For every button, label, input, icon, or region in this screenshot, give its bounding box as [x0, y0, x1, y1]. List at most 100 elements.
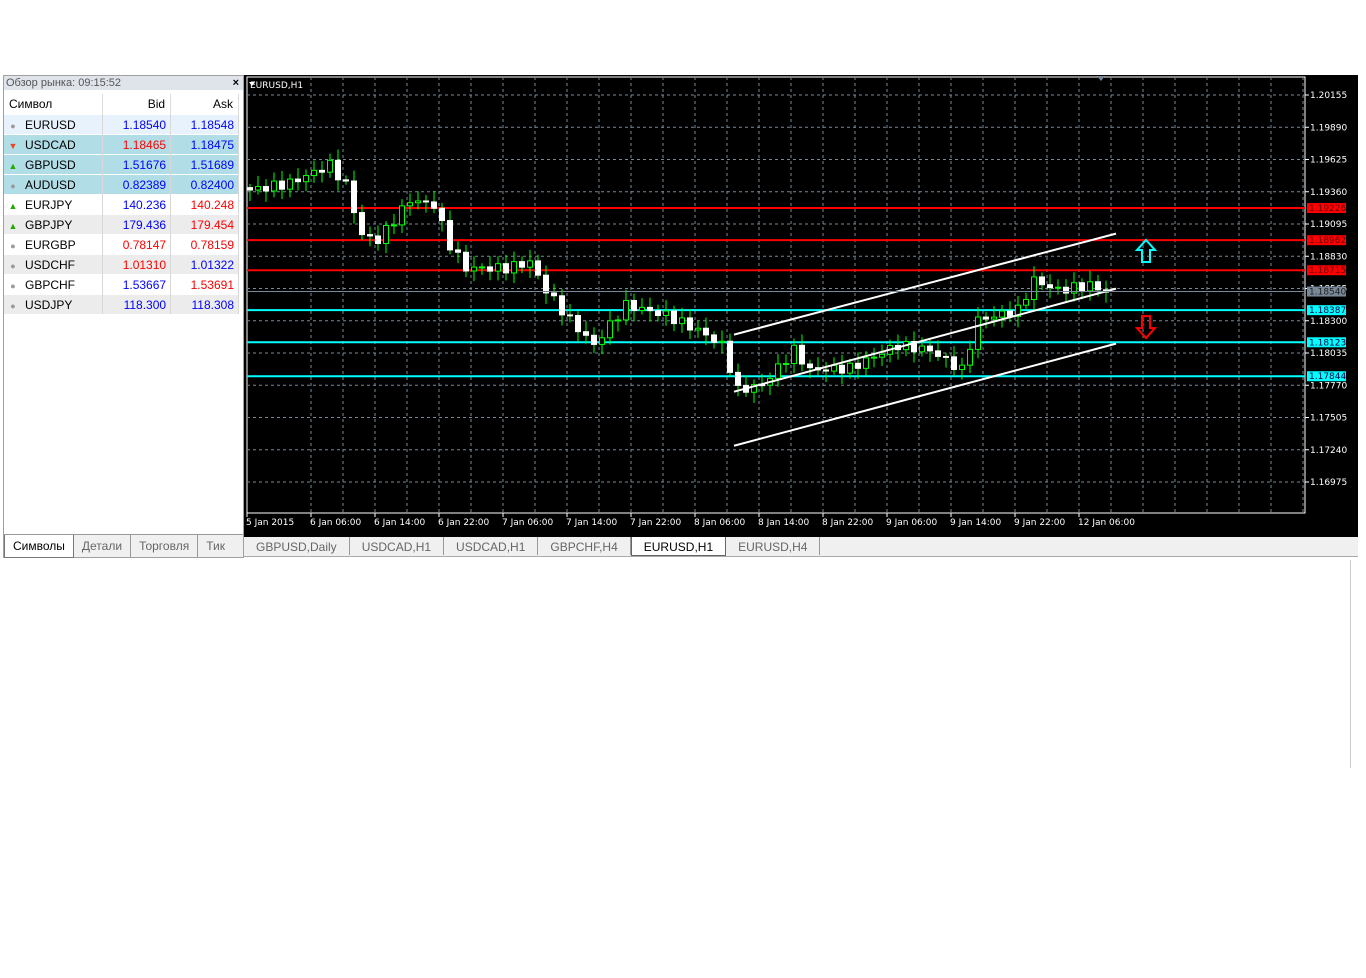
- price-label: 1.18123: [1309, 338, 1346, 348]
- chart-tab[interactable]: EURUSD,H4: [726, 537, 821, 555]
- candle-body: [455, 249, 461, 253]
- close-icon[interactable]: ×: [233, 76, 239, 90]
- candle-body: [263, 186, 269, 192]
- symbol-name: AUDUSD: [25, 177, 76, 192]
- candle-body: [855, 362, 861, 369]
- column-bid[interactable]: Bid: [102, 94, 172, 115]
- candle-body: [319, 169, 325, 173]
- candle-body: [295, 178, 301, 183]
- candle-body: [871, 356, 877, 359]
- ask-cell: 140.248: [170, 194, 239, 215]
- trend-line: [733, 232, 1117, 336]
- tab-details[interactable]: Детали: [74, 535, 132, 557]
- table-row[interactable]: ● USDCHF 1.01310 1.01322: [4, 254, 239, 275]
- candle-body: [399, 205, 405, 226]
- candle-body: [687, 317, 693, 331]
- price-label: 1.19226: [1309, 204, 1346, 214]
- price-label: 1.17844: [1309, 372, 1346, 382]
- chart-tab[interactable]: GBPUSD,Daily: [244, 537, 350, 555]
- symbol-name: EURUSD: [25, 117, 76, 132]
- price-label: 1.18387: [1309, 306, 1346, 316]
- plot-frame: [246, 76, 1306, 514]
- x-tick-label: 9 Jan 14:00: [950, 518, 1002, 528]
- y-tick-label: 1.19625: [1310, 156, 1347, 166]
- chart-tab[interactable]: GBPCHF,H4: [538, 537, 631, 555]
- candle-body: [959, 364, 965, 371]
- candle-body: [671, 310, 677, 325]
- candle-body: [615, 319, 621, 322]
- table-row[interactable]: ● USDJPY 118.300 118.308: [4, 294, 239, 314]
- neutral-dot-icon: ●: [10, 240, 16, 251]
- ask-cell: 1.51689: [170, 154, 239, 175]
- column-ask[interactable]: Ask: [170, 94, 239, 115]
- tab-trading[interactable]: Торговля: [131, 535, 199, 557]
- symbol-name: EURGBP: [25, 237, 76, 252]
- candle-body: [591, 334, 597, 345]
- x-tick-label: 9 Jan 22:00: [1014, 518, 1066, 528]
- bid-cell: 1.51676: [102, 154, 172, 175]
- candle-body: [607, 320, 613, 339]
- table-row[interactable]: ▲ GBPJPY 179.436 179.454: [4, 214, 239, 235]
- chart-window[interactable]: 1.20155 1.19890 1.19625 1.19360 1.19095 1.188…: [244, 75, 1358, 537]
- candle-body: [783, 363, 789, 366]
- table-row[interactable]: ● EURUSD 1.18540 1.18548: [4, 114, 239, 135]
- bid-cell: 1.18465: [102, 134, 172, 155]
- symbol-name: GBPCHF: [25, 277, 76, 292]
- symbol-cell: ● EURGBP: [4, 234, 104, 255]
- price-label: 1.18715: [1309, 266, 1346, 276]
- candle-body: [655, 310, 661, 316]
- symbol-name: USDCHF: [25, 257, 75, 272]
- candle-body: [1039, 276, 1045, 286]
- symbol-name: USDCAD: [25, 137, 76, 152]
- candle-body: [1007, 310, 1013, 317]
- table-row[interactable]: ● EURGBP 0.78147 0.78159: [4, 234, 239, 255]
- symbol-cell: ● USDCHF: [4, 254, 104, 275]
- table-row[interactable]: ▲ EURJPY 140.236 140.248: [4, 194, 239, 215]
- bid-cell: 140.236: [102, 194, 172, 215]
- market-watch-panel: Обзор рынка: 09:15:52 × Символ Bid Ask ● EUR…: [3, 75, 244, 558]
- chart-tab[interactable]: USDCAD,H1: [350, 537, 445, 555]
- column-symbol[interactable]: Символ: [4, 94, 104, 115]
- ask-cell: 1.01322: [170, 254, 239, 275]
- tab-symbols[interactable]: Символы: [4, 535, 74, 558]
- candle-body: [519, 261, 525, 268]
- candle-body: [663, 310, 669, 316]
- candle-body: [943, 355, 949, 358]
- candle-body: [511, 261, 517, 274]
- neutral-dot-icon: ●: [10, 180, 16, 191]
- candle-body: [503, 263, 509, 274]
- x-tick-label: 7 Jan 06:00: [502, 518, 554, 528]
- x-tick-label: 8 Jan 14:00: [758, 518, 810, 528]
- table-row[interactable]: ● GBPCHF 1.53667 1.53691: [4, 274, 239, 295]
- scrollbar[interactable]: [1350, 560, 1359, 768]
- x-tick-label: 7 Jan 14:00: [566, 518, 618, 528]
- candle-body: [463, 251, 469, 272]
- table-row[interactable]: ▼ USDCAD 1.18465 1.18475: [4, 134, 239, 155]
- down-arrow-icon: [1134, 315, 1158, 340]
- candle-body: [359, 212, 365, 236]
- up-arrow-icon: ▲: [8, 160, 18, 171]
- table-row[interactable]: ● AUDUSD 0.82389 0.82400: [4, 174, 239, 195]
- chart-tab[interactable]: USDCAD,H1: [444, 537, 539, 555]
- ask-cell: 1.53691: [170, 274, 239, 295]
- price-chart[interactable]: 1.20155 1.19890 1.19625 1.19360 1.19095 1.188…: [244, 75, 1358, 537]
- up-arrow-icon: ▲: [8, 200, 18, 211]
- x-tick-label: 6 Jan 06:00: [310, 518, 362, 528]
- ask-cell: 1.18475: [170, 134, 239, 155]
- tab-ticks[interactable]: Тик: [198, 535, 233, 557]
- price-label: 1.18962: [1309, 236, 1346, 246]
- table-row[interactable]: ▲ GBPUSD 1.51676 1.51689: [4, 154, 239, 175]
- bid-price-label: 1.18540: [1309, 288, 1346, 298]
- candle-body: [447, 220, 453, 251]
- x-tick-label: 12 Jan 06:00: [1078, 518, 1135, 528]
- candle-body: [623, 299, 629, 321]
- bid-cell: 118.300: [102, 294, 172, 314]
- chart-tab[interactable]: EURUSD,H1: [630, 537, 727, 556]
- bid-cell: 1.01310: [102, 254, 172, 275]
- candle-body: [271, 180, 277, 192]
- ask-cell: 179.454: [170, 214, 239, 235]
- neutral-dot-icon: ●: [10, 120, 16, 131]
- y-tick-label: 1.18300: [1310, 317, 1347, 327]
- symbol-name: GBPJPY: [25, 217, 73, 232]
- y-tick-label: 1.18830: [1310, 252, 1347, 262]
